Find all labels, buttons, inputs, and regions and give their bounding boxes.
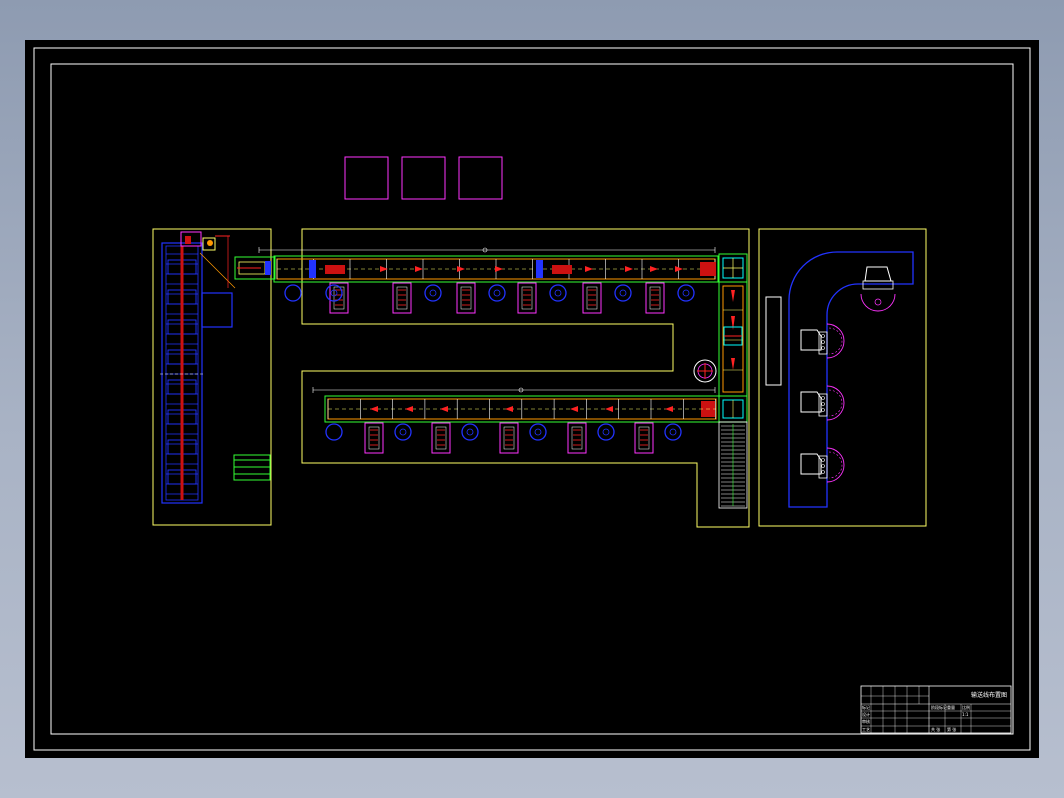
cabinet (458, 156, 503, 200)
robot-arm (800, 323, 845, 359)
workstation (634, 422, 682, 454)
bottom-conveyor (312, 387, 720, 423)
robot-arm (860, 266, 896, 312)
robot-cell (765, 251, 914, 508)
workstation (431, 422, 479, 454)
flow-arrow (650, 266, 658, 272)
sheet-number: 第 张 (947, 726, 956, 732)
row-label: 标记 (862, 704, 870, 710)
cad-drawing-canvas: 输送线布置图 标记 设计 审核 工艺 阶段标记 重量 比例 1:1 共 张 第 … (33, 47, 1031, 751)
right-vertical-conveyor (693, 281, 748, 397)
workstation (567, 422, 615, 454)
robot-arm (800, 447, 845, 483)
flow-arrow (440, 406, 448, 412)
workstation (517, 282, 567, 314)
sheet-count: 共 张 (931, 726, 940, 732)
row-label: 审核 (862, 718, 870, 724)
flow-arrow (405, 406, 413, 412)
field-label: 重量 (947, 704, 955, 710)
flow-arrow (370, 406, 378, 412)
flow-arrow (570, 406, 578, 412)
workstation (456, 282, 506, 314)
workstation (582, 282, 632, 314)
bottom-workstations (325, 422, 682, 454)
flow-arrow (457, 266, 465, 272)
workstation (325, 282, 349, 314)
flow-arrow (625, 266, 633, 272)
row-label: 工艺 (862, 727, 870, 732)
flow-arrow (495, 266, 503, 272)
flow-arrow (505, 406, 513, 412)
pallet-stack (233, 454, 271, 481)
top-conveyor (258, 247, 719, 283)
flow-arrow (415, 266, 423, 272)
scale-value: 1:1 (962, 712, 969, 717)
outlet-conveyor (718, 421, 748, 509)
drawing-name: 输送线布置图 (971, 691, 1007, 699)
transfer-conveyor (234, 256, 276, 280)
flow-arrow (675, 266, 683, 272)
left-zone-boundary (152, 228, 272, 526)
operator-position (325, 423, 343, 441)
field-label: 比例 (962, 704, 970, 710)
workstation (499, 422, 547, 454)
main-line-boundary (301, 228, 750, 528)
title-block: 输送线布置图 标记 设计 审核 工艺 阶段标记 重量 比例 1:1 共 张 第 … (860, 685, 1012, 734)
flow-arrow (665, 406, 673, 412)
flow-arrow (605, 406, 613, 412)
workstation (645, 282, 695, 314)
cabinet-group (344, 156, 503, 200)
flow-arrow (585, 266, 593, 272)
operator-position (284, 284, 302, 302)
workstation (392, 282, 442, 314)
vertical-conveyor (160, 231, 236, 504)
field-label: 阶段标记 (931, 704, 947, 710)
top-workstations (284, 282, 695, 314)
row-label: 设计 (862, 711, 870, 717)
cabinet (401, 156, 446, 200)
right-zone-boundary (758, 228, 927, 527)
corner-unit-top (718, 253, 748, 283)
cad-drawing-viewport[interactable]: 输送线布置图 标记 设计 审核 工艺 阶段标记 重量 比例 1:1 共 张 第 … (25, 40, 1039, 758)
robot-arm (800, 385, 845, 421)
cabinet (344, 156, 389, 200)
workstation (364, 422, 412, 454)
